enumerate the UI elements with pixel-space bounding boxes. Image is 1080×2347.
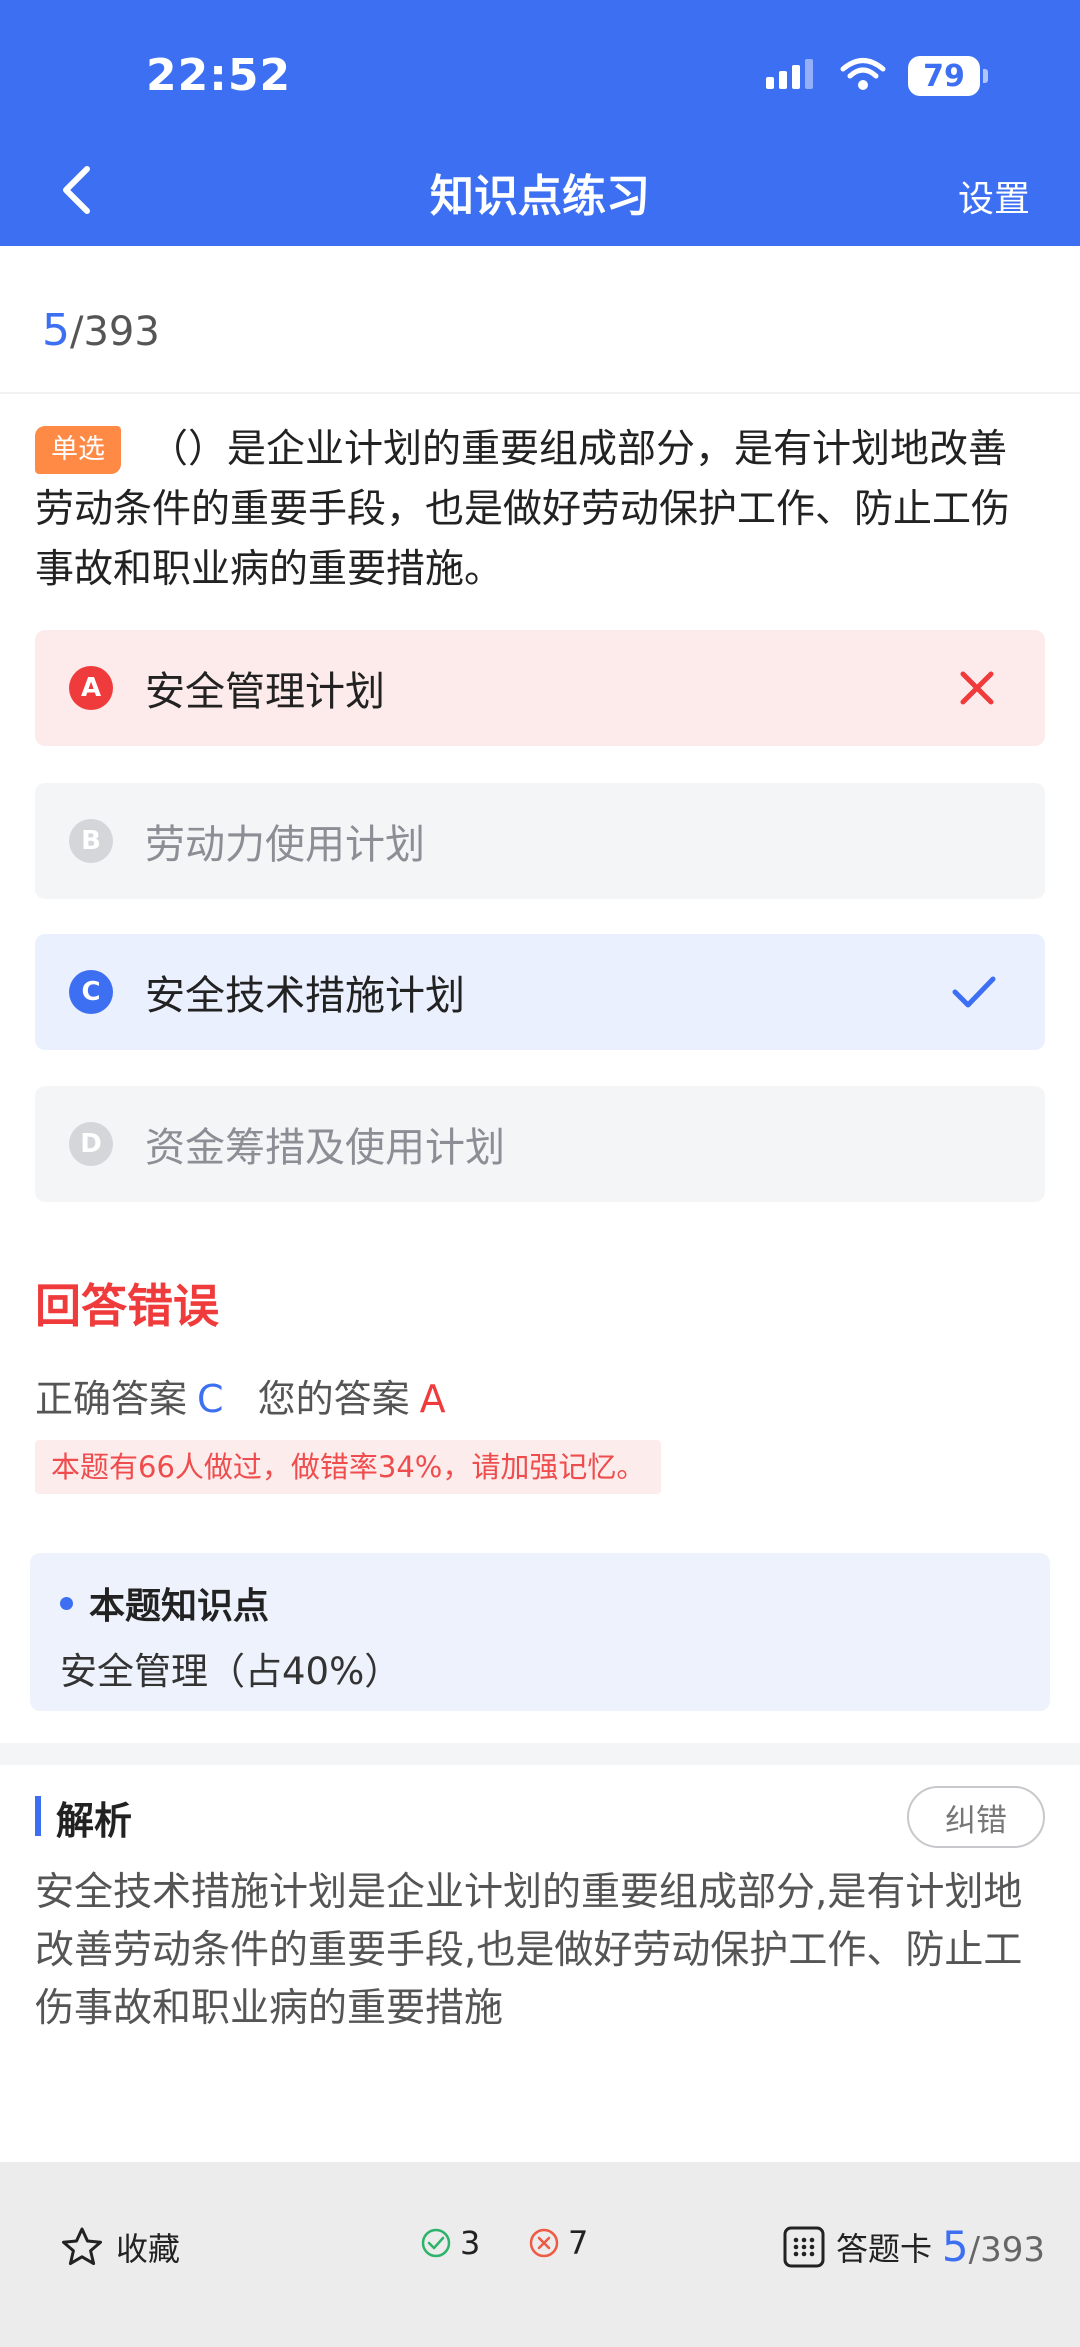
battery-indicator: 79 bbox=[908, 56, 988, 96]
signal-icon bbox=[766, 57, 818, 95]
option-b[interactable]: B 劳动力使用计划 bbox=[35, 783, 1045, 899]
question-text: （）是企业计划的重要组成部分，是有计划地改善劳动条件的重要手段，也是做好劳动保护… bbox=[35, 427, 1011, 592]
report-error-button[interactable]: 纠错 bbox=[907, 1786, 1045, 1848]
status-time: 22:52 bbox=[146, 50, 292, 101]
analysis-heading: 解析 bbox=[56, 1799, 133, 1843]
answer-card-button[interactable]: 答题卡 bbox=[782, 2224, 932, 2270]
question-type-tag: 单选 bbox=[35, 426, 121, 474]
result-title: 回答错误 bbox=[35, 1279, 219, 1333]
cross-circle-icon bbox=[529, 2228, 559, 2258]
wrong-count-value: 7 bbox=[568, 2224, 589, 2262]
option-text: 安全管理计划 bbox=[145, 669, 385, 715]
favorite-label: 收藏 bbox=[116, 2230, 181, 2268]
error-rate-note: 本题有66人做过，做错率34%，请加强记忆。 bbox=[35, 1440, 662, 1494]
page-title: 知识点练习 bbox=[430, 171, 650, 222]
option-a[interactable]: A 安全管理计划 bbox=[35, 630, 1045, 746]
your-answer-label: 您的答案 bbox=[257, 1377, 410, 1421]
check-icon bbox=[951, 972, 997, 1016]
status-icons: 79 bbox=[766, 56, 988, 96]
check-circle-icon bbox=[421, 2228, 451, 2258]
option-text: 安全技术措施计划 bbox=[145, 973, 465, 1019]
analysis-text: 安全技术措施计划是企业计划的重要组成部分,是有计划地改善劳动条件的重要手段,也是… bbox=[35, 1870, 1023, 2031]
question-progress: 5/393 bbox=[42, 305, 160, 356]
bottom-progress-total: /393 bbox=[968, 2230, 1045, 2270]
option-c[interactable]: C 安全技术措施计划 bbox=[35, 934, 1045, 1050]
answer-card-label: 答题卡 bbox=[836, 2230, 933, 2268]
progress-current: 5 bbox=[42, 305, 70, 356]
option-letter: D bbox=[69, 1122, 113, 1166]
bottom-progress-current: 5 bbox=[941, 2222, 969, 2271]
analysis-accent-bar bbox=[35, 1796, 41, 1836]
option-d[interactable]: D 资金筹措及使用计划 bbox=[35, 1086, 1045, 1202]
your-answer-value: A bbox=[419, 1377, 446, 1421]
option-text: 资金筹措及使用计划 bbox=[145, 1125, 505, 1171]
cross-icon bbox=[957, 668, 997, 712]
option-text: 劳动力使用计划 bbox=[145, 822, 425, 868]
section-separator bbox=[0, 1743, 1080, 1765]
knowledge-heading-text: 本题知识点 bbox=[89, 1586, 270, 1627]
knowledge-point-heading: 本题知识点 bbox=[60, 1577, 269, 1629]
correct-count: 3 bbox=[420, 2224, 480, 2262]
wrong-count: 7 bbox=[528, 2224, 588, 2262]
settings-button[interactable]: 设置 bbox=[958, 170, 1030, 222]
progress-total: /393 bbox=[70, 309, 160, 355]
bottom-progress: 5/393 bbox=[942, 2222, 1045, 2271]
grid-icon bbox=[783, 2226, 825, 2268]
knowledge-point-card: 本题知识点 安全管理（占40%） bbox=[30, 1553, 1050, 1711]
star-icon bbox=[62, 2227, 102, 2266]
option-letter: B bbox=[69, 819, 113, 863]
divider bbox=[0, 392, 1080, 394]
bottom-toolbar: 收藏 3 7 答题卡 5/393 bbox=[0, 2162, 1080, 2347]
favorite-button[interactable]: 收藏 bbox=[60, 2224, 180, 2270]
knowledge-point-value: 安全管理（占40%） bbox=[60, 1650, 402, 1693]
option-letter: C bbox=[69, 970, 113, 1014]
option-letter: A bbox=[69, 666, 113, 710]
answer-summary: 正确答案 C 您的答案 A bbox=[35, 1368, 446, 1423]
bullet-dot bbox=[60, 1596, 73, 1610]
question-stem: 单选 （）是企业计划的重要组成部分，是有计划地改善劳动条件的重要手段，也是做好劳动… bbox=[35, 420, 1045, 600]
app-header: 22:52 79 知识点练习 设置 bbox=[0, 0, 1080, 246]
correct-answer-label: 正确答案 bbox=[35, 1377, 188, 1421]
wifi-icon bbox=[840, 57, 886, 95]
correct-count-value: 3 bbox=[460, 2224, 481, 2262]
correct-answer-value: C bbox=[197, 1377, 224, 1421]
